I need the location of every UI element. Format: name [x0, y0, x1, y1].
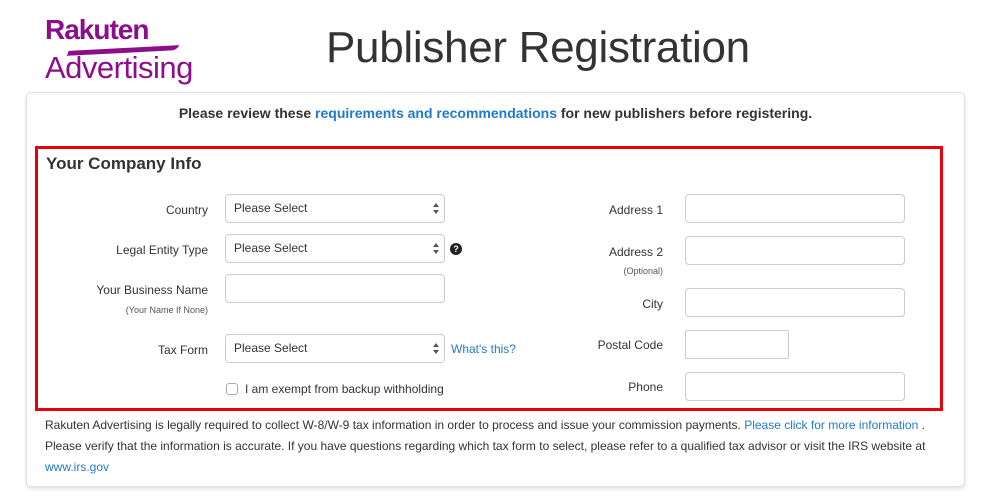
whats-this-link[interactable]: What's this?	[451, 342, 516, 356]
postal-code-input[interactable]	[685, 330, 789, 359]
legal-entity-select[interactable]: Please Select	[225, 234, 445, 263]
page-header: Rakuten Advertising Publisher Registrati…	[0, 0, 987, 92]
select-arrows-icon	[433, 203, 439, 214]
notice-line1-text: Rakuten Advertising is legally required …	[45, 418, 745, 432]
country-select[interactable]: Please Select	[225, 194, 445, 223]
business-name-label: Your Business Name	[96, 283, 208, 297]
notice-line1-end: .	[918, 418, 925, 432]
help-question-icon[interactable]: ?	[450, 243, 462, 255]
notice-line3: www.irs.gov	[45, 457, 950, 478]
registration-card: Please review these requirements and rec…	[26, 92, 965, 487]
intro-suffix: for new publishers before registering.	[556, 105, 813, 121]
logo-advertising-text: Advertising	[45, 50, 193, 85]
phone-label: Phone	[628, 380, 663, 394]
postal-code-label: Postal Code	[597, 338, 663, 352]
legal-entity-select-value: Please Select	[234, 241, 308, 255]
tax-form-select[interactable]: Please Select	[225, 334, 445, 363]
intro-prefix: Please review these	[178, 105, 316, 121]
page-title: Publisher Registration	[326, 23, 750, 72]
address2-input[interactable]	[685, 236, 905, 265]
notice-line1: Rakuten Advertising is legally required …	[45, 415, 950, 436]
intro-text: Please review these requirements and rec…	[27, 105, 964, 121]
tax-notice: Rakuten Advertising is legally required …	[45, 415, 950, 478]
tax-form-select-value: Please Select	[234, 341, 308, 355]
section-title: Your Company Info	[46, 154, 202, 173]
notice-line2: Please verify that the information is ac…	[45, 439, 926, 453]
requirements-link[interactable]: requirements and recommendations	[315, 105, 557, 121]
address2-sublabel: (Optional)	[623, 266, 663, 276]
address2-label: Address 2	[608, 245, 663, 259]
select-arrows-icon	[433, 243, 439, 254]
more-info-link[interactable]: Please click for more information	[744, 418, 918, 432]
tax-form-label: Tax Form	[157, 343, 208, 357]
business-name-input[interactable]	[225, 274, 445, 303]
irs-link[interactable]: www.irs.gov	[45, 460, 109, 474]
city-label: City	[642, 297, 663, 311]
logo-rakuten-text: Rakuten	[45, 14, 149, 45]
select-arrows-icon	[433, 343, 439, 354]
exempt-checkbox[interactable]	[226, 383, 238, 395]
phone-input[interactable]	[685, 372, 905, 401]
address1-label: Address 1	[608, 203, 663, 217]
country-label: Country	[165, 203, 208, 217]
country-select-value: Please Select	[234, 201, 308, 215]
city-input[interactable]	[685, 288, 905, 317]
business-name-sublabel: (Your Name If None)	[125, 305, 208, 315]
company-info-section: Your Company Info Country Please Select …	[35, 146, 943, 411]
legal-entity-label: Legal Entity Type	[116, 243, 208, 257]
address1-input[interactable]	[685, 194, 905, 223]
exempt-checkbox-label[interactable]: I am exempt from backup withholding	[245, 382, 444, 396]
